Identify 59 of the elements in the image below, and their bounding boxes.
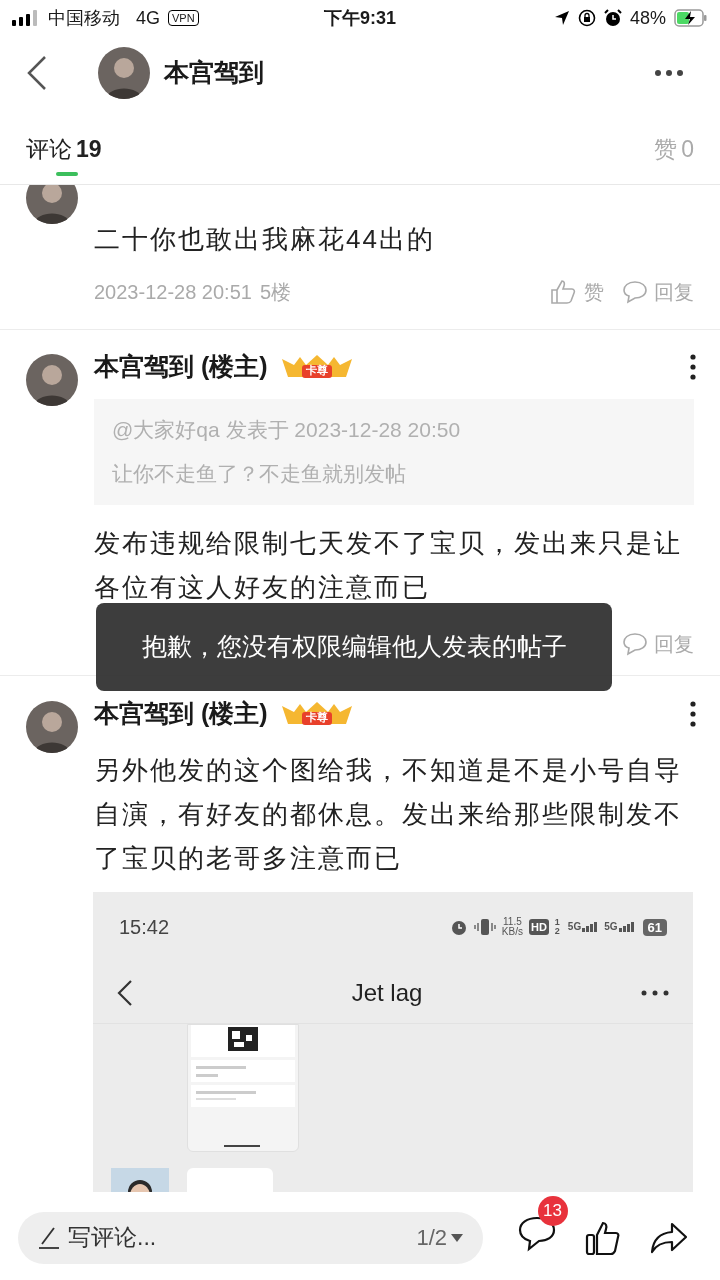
comment-text: 二十你也敢出我麻花44出的 bbox=[94, 223, 436, 256]
speed-unit: KB/s bbox=[501, 927, 523, 937]
battery-charging-icon bbox=[674, 9, 708, 27]
location-arrow-icon bbox=[553, 10, 570, 26]
vpn-indicator: VPN bbox=[168, 10, 199, 26]
hd-indicator: HD bbox=[528, 919, 549, 935]
more-icon[interactable] bbox=[654, 69, 684, 77]
thumbs-up-icon[interactable] bbox=[584, 1219, 621, 1256]
more-vertical-icon[interactable] bbox=[690, 354, 696, 380]
quote-text: 让你不走鱼了？不走鱼就别发帖 bbox=[112, 461, 407, 487]
inner-title: Jet lag bbox=[350, 977, 424, 1008]
crown-badge-icon bbox=[279, 353, 354, 381]
carrier: 中国移动 bbox=[48, 6, 120, 30]
floor-number: 5楼 bbox=[259, 280, 292, 305]
more-vertical-icon[interactable] bbox=[690, 701, 696, 727]
network-type: 5G bbox=[567, 922, 582, 932]
speech-bubble-icon bbox=[622, 280, 648, 304]
avatar[interactable] bbox=[26, 701, 78, 753]
comment-date: 2023-12-28 20:51 bbox=[94, 280, 252, 305]
permission-toast: 抱歉，您没有权限编辑他人发表的帖子 bbox=[96, 603, 612, 691]
avatar[interactable] bbox=[26, 354, 78, 406]
crown-badge-icon bbox=[279, 700, 354, 728]
count-badge: 13 bbox=[537, 1196, 568, 1226]
signal-icon bbox=[582, 922, 599, 932]
inner-battery: 61 bbox=[642, 918, 667, 936]
header-title: 本宫驾到 bbox=[164, 57, 265, 89]
comment-input[interactable]: 写评论... 1/2 bbox=[18, 1211, 483, 1264]
author-name[interactable]: 本宫驾到 (楼主) bbox=[94, 348, 268, 386]
sim-number: 2 bbox=[554, 927, 560, 936]
alarm-icon bbox=[449, 918, 468, 936]
alarm-icon bbox=[603, 9, 622, 27]
sim-number: 1 bbox=[554, 918, 560, 927]
back-icon[interactable] bbox=[26, 55, 48, 91]
thumbs-up-icon bbox=[550, 279, 576, 305]
speech-bubble-icon bbox=[622, 632, 648, 656]
avatar[interactable] bbox=[98, 47, 150, 99]
network-type: 5G bbox=[604, 922, 618, 932]
page-selector[interactable]: 1/2 bbox=[416, 1221, 463, 1254]
share-icon[interactable] bbox=[649, 1221, 688, 1254]
rank-label: 卡尊 bbox=[305, 362, 328, 378]
comment-text: 另外他发的这个图给我，不知道是不是小号自导自演，有好友的都休息。发出来给那些限制发不了宝贝的老哥多注意而已 bbox=[94, 754, 683, 875]
caret-icon bbox=[451, 1233, 463, 1242]
network-type: 4G bbox=[136, 6, 160, 30]
signal-icon bbox=[618, 922, 635, 932]
signal-icon bbox=[12, 10, 40, 26]
battery-percent: 48% bbox=[629, 6, 666, 30]
more-icon[interactable] bbox=[641, 989, 669, 996]
comment-text: 发布违规给限制七天发不了宝贝，发出来只是让各位有这人好友的注意而已 bbox=[94, 527, 683, 604]
inner-clock: 15:42 bbox=[119, 915, 171, 940]
avatar[interactable] bbox=[26, 185, 78, 224]
back-icon[interactable] bbox=[117, 978, 133, 1007]
vibrate-icon bbox=[473, 918, 496, 936]
speed-value: 11.5 bbox=[503, 917, 522, 927]
author-name[interactable]: 本宫驾到 (楼主) bbox=[94, 695, 268, 733]
quote-meta: @大家好qa 发表于 2023-12-28 20:50 bbox=[112, 417, 462, 443]
rank-label: 卡尊 bbox=[305, 709, 328, 725]
rotation-lock-icon bbox=[577, 9, 596, 27]
pencil-icon bbox=[38, 1225, 60, 1250]
clock: 下午9:31 bbox=[323, 6, 397, 30]
